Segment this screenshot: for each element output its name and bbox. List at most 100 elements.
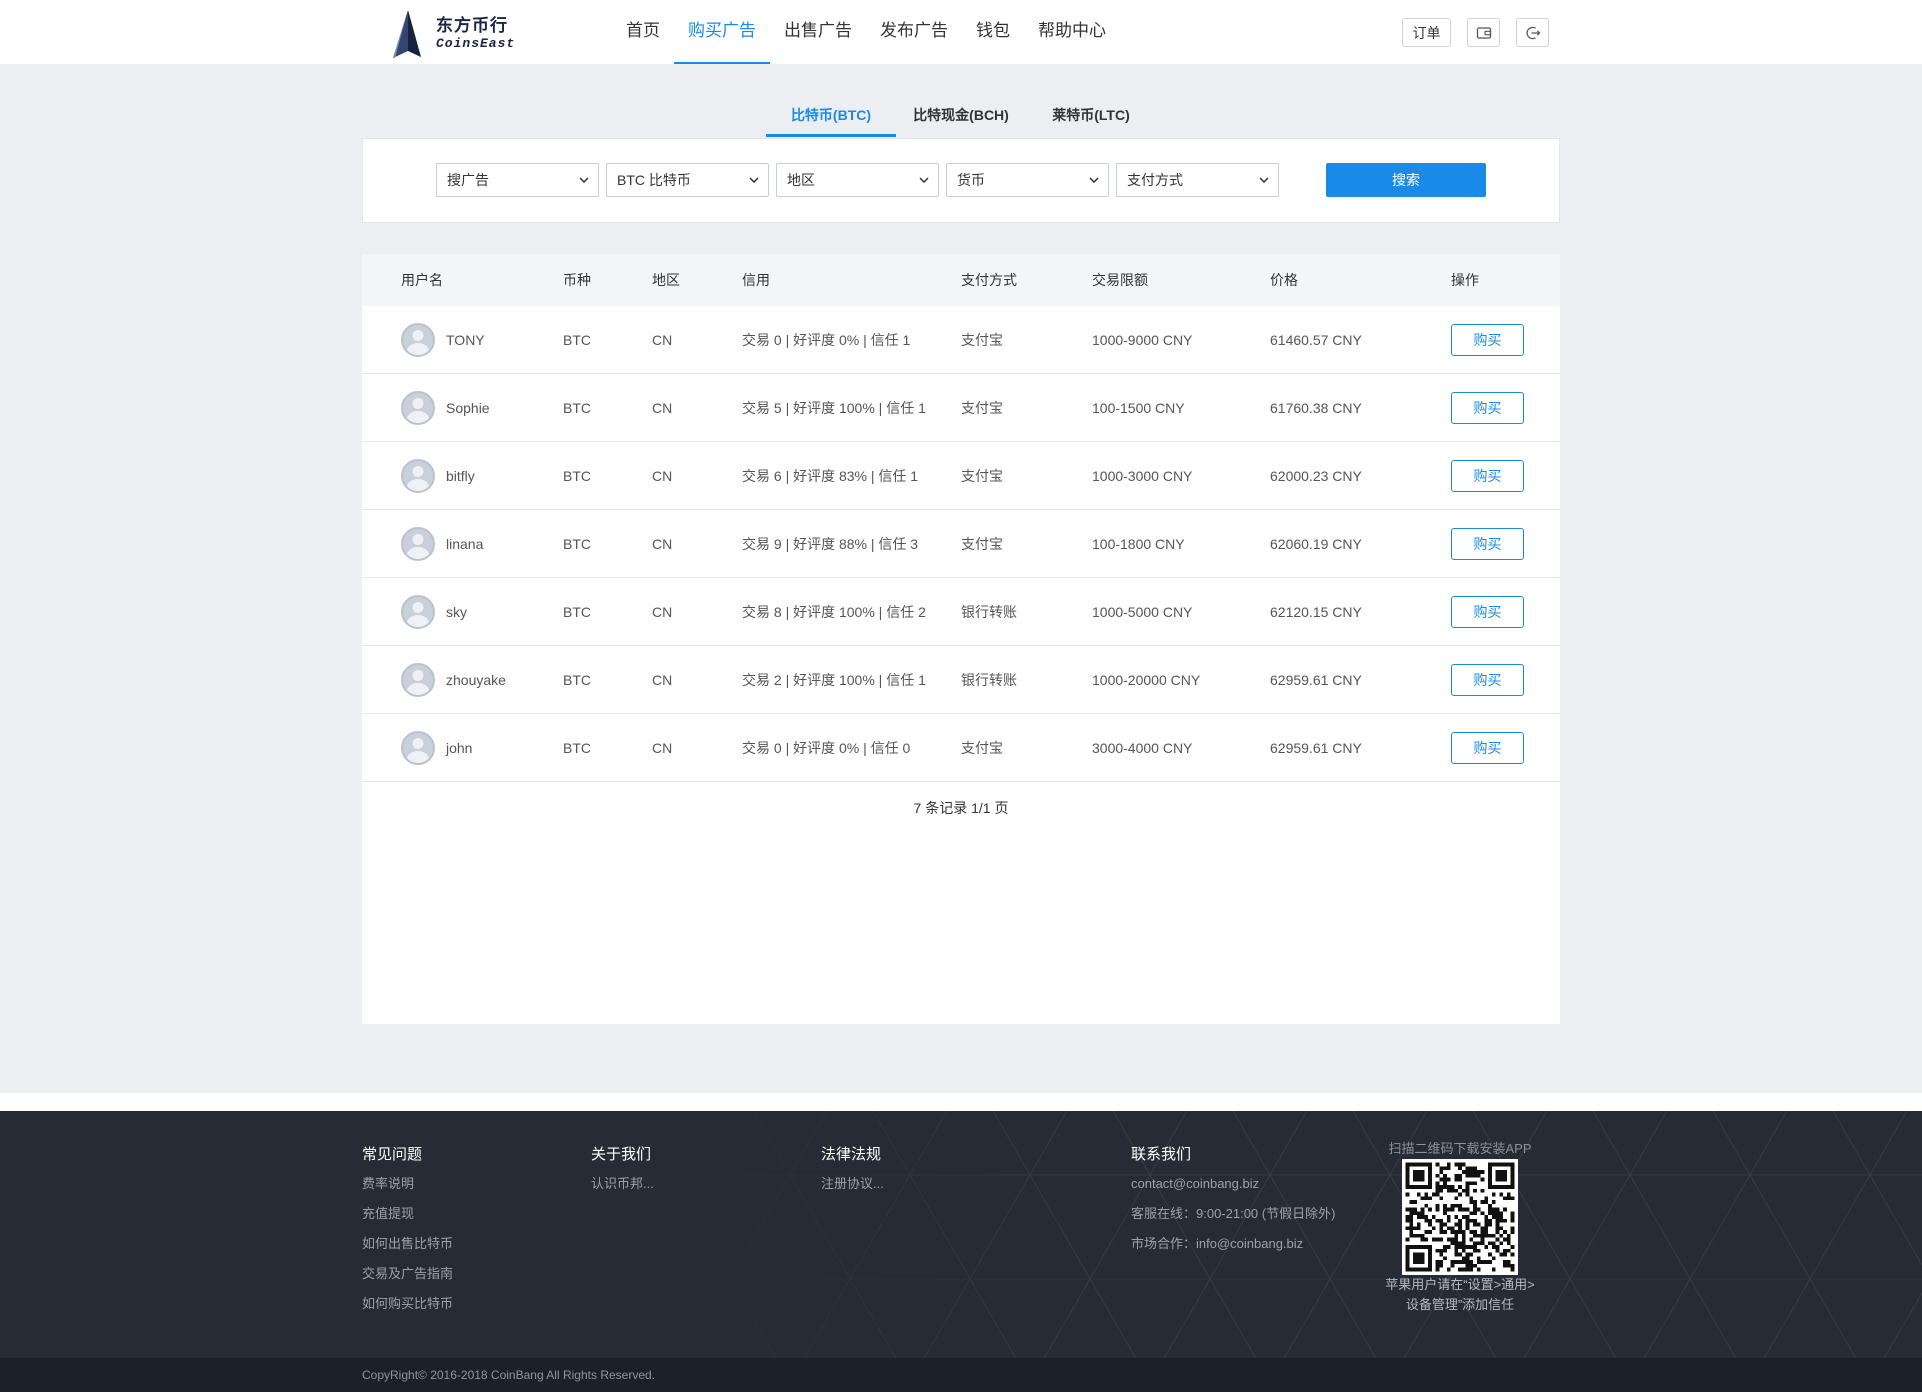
limit-cell: 100-1800 CNY [1092,535,1185,552]
footer-col-faq: 常见问题 费率说明 充值提现 如何出售比特币 交易及广告指南 如何购买比特币 [362,1145,453,1324]
logout-button[interactable] [1516,18,1549,47]
user-cell: bitfly [401,458,563,493]
price-cell: 62000.23 CNY [1270,467,1362,484]
chevron-down-icon [1089,177,1099,183]
credit-cell: 交易 9 | 好评度 88% | 信任 3 [742,535,919,552]
payment-cell: 银行转账 [961,671,1017,688]
col-header-limit: 交易限额 [1092,272,1148,288]
coin-cell: BTC [563,331,591,348]
coin-cell: BTC [563,399,591,416]
buy-button[interactable]: 购买 [1451,731,1524,764]
buy-button[interactable]: 购买 [1451,323,1524,356]
buy-button[interactable]: 购买 [1451,459,1524,492]
col-header-username: 用户名 [401,272,443,288]
credit-cell: 交易 2 | 好评度 100% | 信任 1 [742,671,926,688]
footer-heading: 关于我们 [591,1146,652,1163]
footer-col-legal: 法律法规 注册协议... [821,1145,884,1204]
footer-link[interactable]: 费率说明 [362,1174,453,1194]
logout-icon [1525,26,1540,39]
region-select[interactable]: 地区 [776,163,939,197]
top-header: 东方币行 CoinsEast 首页 购买广告 出售广告 发布广告 钱包 帮助中心… [0,0,1922,64]
region-cell: CN [652,671,673,688]
nav-item-home[interactable]: 首页 [612,0,674,64]
buy-button[interactable]: 购买 [1451,391,1524,424]
select-value: 支付方式 [1127,172,1183,188]
table-row: sky BTC CN 交易 8 | 好评度 100% | 信任 2 银行转账 1… [362,578,1560,646]
col-header-region: 地区 [652,272,680,288]
footer-col-about: 关于我们 认识币邦... [591,1145,654,1204]
action-cell: 购买 [1451,391,1560,424]
site-logo[interactable]: 东方币行 CoinsEast [390,9,515,59]
price-cell: 62959.61 CNY [1270,739,1362,756]
buy-button[interactable]: 购买 [1451,663,1524,696]
select-value: 搜广告 [447,172,489,188]
action-cell: 购买 [1451,731,1560,764]
ad-type-select[interactable]: 搜广告 [436,163,599,197]
table-header: 用户名 币种 地区 信用 支付方式 交易限额 价格 操作 [362,254,1560,306]
username: zhouyake [446,671,506,688]
username: linana [446,535,484,552]
footer-link[interactable]: 交易及广告指南 [362,1264,453,1284]
username: john [446,739,473,756]
payment-cell: 支付宝 [961,739,1003,756]
contact-email[interactable]: contact@coinbang.biz [1131,1174,1335,1194]
buy-button[interactable]: 购买 [1451,595,1524,628]
table-row: TONY BTC CN 交易 0 | 好评度 0% | 信任 1 支付宝 100… [362,306,1560,374]
table-row: bitfly BTC CN 交易 6 | 好评度 83% | 信任 1 支付宝 … [362,442,1560,510]
coin-select[interactable]: BTC 比特币 [606,163,769,197]
region-cell: CN [652,739,673,756]
payment-method-select[interactable]: 支付方式 [1116,163,1279,197]
select-value: 地区 [787,172,815,188]
coin-cell: BTC [563,467,591,484]
price-cell: 62060.19 CNY [1270,535,1362,552]
search-button[interactable]: 搜索 [1326,163,1486,197]
action-cell: 购买 [1451,323,1560,356]
select-value: 货币 [957,172,985,188]
currency-select[interactable]: 货币 [946,163,1109,197]
footer-link[interactable]: 注册协议... [821,1174,884,1194]
credit-cell: 交易 0 | 好评度 0% | 信任 1 [742,331,911,348]
payment-cell: 支付宝 [961,535,1003,552]
price-cell: 61460.57 CNY [1270,331,1362,348]
footer-heading: 法律法规 [821,1146,882,1163]
footer-link[interactable]: 认识币邦... [591,1174,654,1194]
footer-link[interactable]: 如何出售比特币 [362,1234,453,1254]
price-cell: 62959.61 CNY [1270,671,1362,688]
tab-ltc[interactable]: 莱特币(LTC) [1026,99,1156,137]
nav-item-buy-ads[interactable]: 购买广告 [674,0,770,64]
footer-link[interactable]: 充值提现 [362,1204,453,1224]
nav-item-sell-ads[interactable]: 出售广告 [770,0,866,64]
main-nav: 首页 购买广告 出售广告 发布广告 钱包 帮助中心 [612,0,1120,64]
coin-tabs: 比特币(BTC) 比特现金(BCH) 莱特币(LTC) [766,99,1156,137]
tab-btc[interactable]: 比特币(BTC) [766,99,896,137]
footer-link[interactable]: 如何购买比特币 [362,1294,453,1314]
table-row: Sophie BTC CN 交易 5 | 好评度 100% | 信任 1 支付宝… [362,374,1560,442]
nav-item-wallet[interactable]: 钱包 [962,0,1024,64]
logo-sail-icon [393,10,421,58]
chevron-down-icon [579,177,589,183]
site-footer: 常见问题 费率说明 充值提现 如何出售比特币 交易及广告指南 如何购买比特币 关… [0,1111,1922,1358]
username: bitfly [446,467,475,484]
table-row: linana BTC CN 交易 9 | 好评度 88% | 信任 3 支付宝 … [362,510,1560,578]
qr-note: 设备管理”添加信任 [1405,1297,1515,1312]
orders-button[interactable]: 订单 [1402,18,1451,47]
col-header-coin: 币种 [563,272,591,288]
nav-item-help[interactable]: 帮助中心 [1024,0,1120,64]
region-cell: CN [652,603,673,620]
col-header-payment: 支付方式 [961,272,1017,288]
action-cell: 购买 [1451,663,1560,696]
coin-cell: BTC [563,603,591,620]
chevron-down-icon [749,177,759,183]
buy-button[interactable]: 购买 [1451,527,1524,560]
qr-title: 扫描二维码下载安装APP [1388,1141,1532,1156]
copyright-bar: CopyRight© 2016-2018 CoinBang All Rights… [0,1358,1922,1392]
credit-cell: 交易 0 | 好评度 0% | 信任 0 [742,739,911,756]
table-row: zhouyake BTC CN 交易 2 | 好评度 100% | 信任 1 银… [362,646,1560,714]
col-header-price: 价格 [1270,272,1298,288]
nav-item-post-ad[interactable]: 发布广告 [866,0,962,64]
business-email: 市场合作：info@coinbang.biz [1131,1236,1304,1251]
tab-bch[interactable]: 比特现金(BCH) [896,99,1026,137]
wallet-button[interactable] [1467,18,1500,47]
select-value: BTC 比特币 [617,172,691,188]
footer-heading: 联系我们 [1131,1146,1192,1163]
